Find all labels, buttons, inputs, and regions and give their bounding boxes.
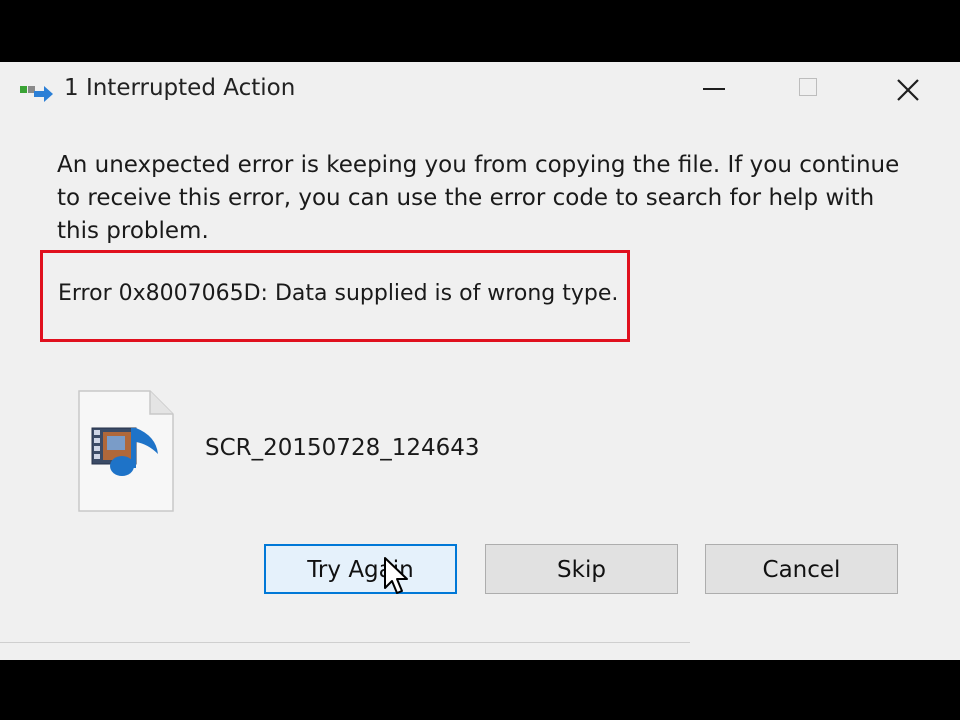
maximize-button[interactable] (782, 66, 838, 112)
close-icon (897, 79, 919, 101)
mouse-pointer-icon (384, 557, 408, 594)
minimize-button[interactable] (686, 66, 742, 112)
media-file-icon (78, 390, 174, 512)
try-again-button[interactable]: Try Again (264, 544, 457, 594)
title-bar[interactable]: 1 Interrupted Action (0, 62, 960, 114)
cancel-button[interactable]: Cancel (705, 544, 898, 594)
file-name: SCR_20150728_124643 (205, 435, 480, 461)
error-code-highlight: Error 0x8007065D: Data supplied is of wr… (40, 250, 630, 342)
divider (0, 642, 690, 643)
skip-button[interactable]: Skip (485, 544, 678, 594)
minimize-icon (703, 88, 725, 90)
window-title: 1 Interrupted Action (64, 75, 296, 101)
close-button[interactable] (880, 66, 936, 112)
error-message: An unexpected error is keeping you from … (57, 152, 900, 244)
interrupted-action-dialog: 1 Interrupted Action An unexpected error… (0, 62, 960, 660)
maximize-icon (799, 78, 817, 96)
copy-arrow-icon (20, 86, 53, 102)
error-code-text: Error 0x8007065D: Data supplied is of wr… (58, 281, 619, 306)
